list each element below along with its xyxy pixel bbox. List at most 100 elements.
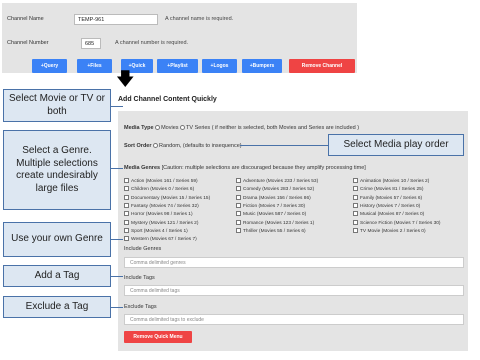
genre-checkbox[interactable]	[124, 211, 129, 217]
genre-checkbox[interactable]	[353, 178, 358, 183]
genre-checkbox[interactable]	[353, 219, 358, 225]
genre-item[interactable]: Children (Movies 0 / Series 6)	[124, 186, 194, 192]
genre-label: Thriller (Movies 55 / Series 6)	[243, 228, 306, 234]
exclude-tags-input[interactable]: Comma delimited tags to exclude	[124, 314, 464, 325]
genre-label: Sport (Movies 4 / Series 1)	[131, 228, 188, 234]
media-type-row: Media Type Movies TV Series ( if neither…	[124, 125, 359, 131]
genre-checkbox[interactable]	[236, 219, 241, 225]
genre-item[interactable]: Mystery (Movies 121 / Series 2)	[124, 219, 198, 225]
random-option-label: Random	[159, 143, 180, 149]
channel-number-note: A channel number is required.	[115, 40, 189, 46]
genre-checkbox[interactable]	[236, 211, 241, 217]
genre-checkbox[interactable]	[236, 178, 241, 183]
genre-item[interactable]: Comedy (Movies 283 / Series 52)	[236, 186, 314, 192]
sort-order-label: Sort Order	[124, 143, 152, 149]
random-radio[interactable]	[153, 143, 159, 149]
genre-label: Adventure (Movies 233 / Series 53)	[243, 178, 319, 184]
genre-item[interactable]: Music (Movies 587 / Series 0)	[236, 211, 306, 217]
include-genres-label: Include Genres	[124, 246, 162, 252]
remove-channel-button[interactable]: Remove Channel	[289, 59, 355, 73]
genre-checkbox[interactable]	[353, 202, 358, 208]
genre-checkbox[interactable]	[236, 194, 241, 200]
genre-checkbox[interactable]	[353, 227, 358, 233]
genre-item[interactable]: Western (Movies 67 / Series 7)	[124, 236, 197, 242]
callout-genre: Select a Genre. Multiple selections crea…	[3, 130, 111, 210]
logos-button[interactable]: +Logos	[202, 59, 237, 73]
include-tags-input[interactable]: Comma delimited tags	[124, 285, 464, 296]
include-genres-input[interactable]: Comma delimited genres	[124, 257, 464, 268]
genre-item[interactable]: Thriller (Movies 55 / Series 6)	[236, 227, 306, 234]
genre-label: Horror (Movies 98 / Series 1)	[131, 211, 193, 217]
bumpers-button[interactable]: +Bumpers	[242, 59, 282, 73]
genre-item[interactable]: Fiction (Movies 7 / Series 30)	[236, 202, 306, 209]
callout-connector	[240, 145, 328, 146]
genre-label: Music (Movies 587 / Series 0)	[243, 211, 307, 217]
callout-exclude-tag: Exclude a Tag	[3, 296, 111, 318]
media-type-label: Media Type	[124, 125, 154, 131]
genre-label: Fiction (Movies 7 / Series 30)	[243, 203, 306, 209]
sort-order-row: Sort Order Random, (defaults to insequen…	[124, 143, 242, 149]
genre-checkbox[interactable]	[124, 202, 129, 208]
tv-series-radio[interactable]	[180, 125, 186, 131]
genre-label: TV Movie (Movies 2 / Series 0)	[360, 228, 426, 234]
query-button[interactable]: +Query	[32, 59, 67, 73]
genre-item[interactable]: Fantasy (Movies 74 / Series 32)	[124, 202, 199, 209]
channel-name-input[interactable]: TEMP-961	[74, 14, 158, 25]
genre-checkbox[interactable]	[353, 211, 358, 217]
genre-checkbox[interactable]	[236, 227, 241, 233]
genre-item[interactable]: Family (Movies 57 / Series 6)	[353, 194, 423, 201]
playlist-button[interactable]: +Playlist	[157, 59, 198, 73]
callout-add-tag: Add a Tag	[3, 265, 111, 287]
genre-label: Science Fiction (Movies 7 / Series 30)	[360, 220, 441, 226]
section-title: Add Channel Content Quickly	[118, 96, 217, 103]
genre-item[interactable]: Documentary (Movies 15 / Series 15)	[124, 194, 210, 200]
movies-option-label: Movies	[161, 125, 179, 131]
genre-item[interactable]: TV Movie (Movies 2 / Series 0)	[353, 227, 426, 234]
genre-checkbox[interactable]	[236, 202, 241, 208]
genre-checkbox[interactable]	[353, 194, 358, 200]
genre-item[interactable]: Science Fiction (Movies 7 / Series 30)	[353, 219, 441, 226]
channel-name-note: A channel name is required.	[165, 16, 234, 22]
media-type-note: ( if neither is selected, both Movies an…	[211, 125, 360, 131]
channel-number-label: Channel Number	[7, 40, 49, 46]
callout-connector	[111, 239, 123, 240]
callout-play-order: Select Media play order	[328, 134, 464, 156]
callout-connector	[111, 276, 123, 277]
movies-radio[interactable]	[155, 125, 161, 131]
callout-connector	[111, 168, 123, 169]
tv-series-option-label: TV Series	[186, 125, 211, 131]
remove-quick-menu-button[interactable]: Remove Quick Menu	[124, 331, 192, 343]
genre-checkbox[interactable]	[124, 227, 129, 233]
callout-connector	[111, 307, 123, 308]
genre-label: Action (Movies 161 / Series 59)	[131, 178, 198, 184]
genre-label: Family (Movies 57 / Series 6)	[360, 195, 423, 201]
genre-item[interactable]: Sport (Movies 4 / Series 1)	[124, 227, 188, 234]
genre-checkbox[interactable]	[124, 178, 129, 183]
genre-checkbox[interactable]	[353, 186, 358, 192]
files-button[interactable]: +Files	[77, 59, 112, 73]
sort-order-note: (defaults to insequence)	[182, 143, 242, 149]
genre-checkbox[interactable]	[124, 219, 129, 225]
genre-checkbox[interactable]	[124, 236, 129, 242]
genre-item[interactable]: Adventure (Movies 233 / Series 53)	[236, 178, 318, 184]
genre-item[interactable]: Action (Movies 161 / Series 59)	[124, 178, 198, 184]
genre-checkbox[interactable]	[124, 186, 129, 192]
genre-label: Western (Movies 67 / Series 7)	[131, 236, 197, 242]
genre-label: Children (Movies 0 / Series 6)	[131, 187, 195, 193]
genre-label: History (Movies 7 / Series 0)	[360, 203, 421, 209]
genre-checkbox[interactable]	[236, 186, 241, 192]
genre-checkbox[interactable]	[124, 194, 129, 200]
genre-label: Animation (Movies 10 / Series 2)	[360, 178, 430, 184]
genre-item[interactable]: Animation (Movies 10 / Series 2)	[353, 178, 429, 184]
genre-item[interactable]: Romance (Movies 123 / Series 1)	[236, 219, 314, 225]
genre-item[interactable]: History (Movies 7 / Series 0)	[353, 202, 421, 209]
genre-label: Musical (Movies 87 / Series 0)	[360, 211, 425, 217]
genre-label: Drama (Movies 156 / Series 86)	[243, 195, 311, 201]
channel-number-input[interactable]: 685	[81, 38, 101, 49]
callout-connector	[111, 106, 123, 107]
genre-item[interactable]: Crime (Movies 81 / Series 25)	[353, 186, 423, 192]
genre-item[interactable]: Musical (Movies 87 / Series 0)	[353, 211, 424, 217]
genre-label: Fantasy (Movies 74 / Series 32)	[131, 203, 199, 209]
genre-item[interactable]: Horror (Movies 98 / Series 1)	[124, 211, 193, 217]
genre-item[interactable]: Drama (Movies 156 / Series 86)	[236, 194, 311, 201]
